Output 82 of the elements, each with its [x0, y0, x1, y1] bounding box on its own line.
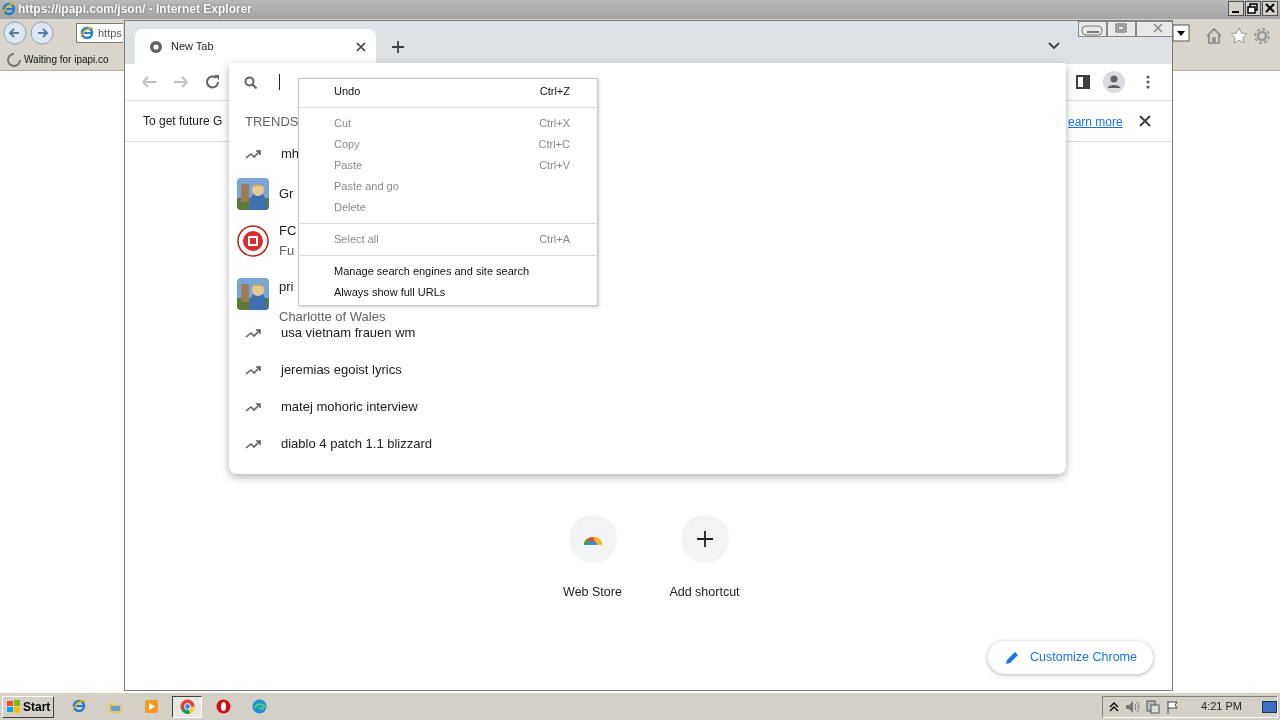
menu-label: Select all — [334, 232, 379, 248]
window-title: https://ipapi.com/json/ - Internet Explorer — [0, 0, 1280, 19]
forward-button[interactable] — [30, 21, 54, 45]
back-button[interactable] — [3, 21, 27, 45]
search-icon — [244, 75, 257, 89]
suggestion-text[interactable]: jeremias egoist lyrics — [281, 359, 402, 380]
star-icon[interactable] — [1230, 27, 1248, 45]
suggestion-text[interactable]: pri — [279, 277, 294, 297]
restore-button[interactable] — [1245, 1, 1261, 16]
shortcut-hint: Ctrl+A — [539, 232, 570, 248]
tab-title: New Tab — [171, 40, 214, 53]
suggestion-text[interactable]: Gr — [279, 184, 294, 204]
menu-label: Paste — [334, 158, 363, 174]
clock-text: 4:21 PM — [1201, 699, 1242, 715]
edge-icon — [251, 699, 267, 714]
side-panel-button[interactable] — [1076, 75, 1090, 89]
media-player-icon — [143, 699, 159, 714]
flag-icon[interactable] — [1166, 699, 1180, 714]
club-logo-icon — [237, 224, 269, 257]
new-tab-button[interactable] — [391, 40, 405, 54]
shortcut-tile[interactable] — [568, 515, 617, 563]
suggestion-detail: Fu — [279, 241, 295, 260]
reload-button[interactable] — [205, 74, 221, 90]
opera-icon — [215, 699, 231, 714]
trend-icon — [245, 148, 261, 159]
menu-label: Undo — [334, 84, 361, 100]
loading-icon — [5, 52, 21, 68]
close-button[interactable] — [1262, 1, 1278, 16]
show-desktop-icon[interactable] — [1262, 700, 1277, 713]
suggestion-text[interactable]: mh — [281, 143, 300, 164]
trend-icon — [245, 327, 261, 338]
shortcut-label: Web Store — [563, 585, 622, 599]
trend-icon — [245, 401, 261, 412]
taskbar-app[interactable] — [172, 695, 203, 718]
shortcut-hint: Ctrl+C — [538, 137, 570, 153]
close-icon[interactable] — [356, 41, 366, 52]
suggestion-text[interactable]: FC — [279, 221, 297, 241]
address-field[interactable]: https — [76, 23, 123, 43]
menu-item[interactable]: Manage search engines and site search — [299, 261, 597, 282]
windows-logo-icon — [6, 699, 21, 714]
browser-tab[interactable]: Waiting for ipapi.co — [2, 50, 123, 70]
suggestion-text[interactable]: diablo 4 patch 1.1 blizzard — [281, 433, 433, 454]
pencil-icon — [1004, 649, 1020, 666]
menu-label: Always show full URLs — [334, 285, 446, 301]
shortcut-label: Add shortcut — [669, 585, 740, 599]
menu-label: Delete — [334, 200, 366, 216]
menu-button[interactable] — [1146, 75, 1150, 89]
dropdown-button[interactable] — [1172, 24, 1190, 42]
close-icon[interactable] — [1139, 115, 1151, 127]
ie-icon — [71, 699, 87, 714]
menu-item[interactable]: Undo Ctrl+Z — [299, 81, 597, 102]
shortcut-hint: Ctrl+Z — [539, 84, 570, 100]
menu-item[interactable]: Always show full URLs — [299, 282, 597, 303]
chrome-icon — [179, 699, 195, 714]
ie-icon — [80, 26, 94, 40]
learn-more-link[interactable]: earn more — [1068, 113, 1123, 131]
ie-icon — [2, 2, 16, 16]
maximize-button[interactable] — [1107, 21, 1136, 38]
profile-button[interactable] — [1103, 71, 1125, 93]
speaker-icon[interactable] — [1125, 699, 1141, 714]
suggestion-text[interactable]: matej mohoric interview — [281, 396, 418, 417]
chrome-icon — [149, 39, 163, 54]
menu-label: Copy — [334, 137, 360, 153]
customize-button[interactable]: Customize Chrome — [988, 641, 1153, 674]
menu-label: Cut — [334, 116, 352, 132]
plus-icon — [696, 531, 713, 547]
chevron-icon[interactable] — [1109, 700, 1120, 713]
start-button[interactable]: Start — [2, 695, 55, 718]
tab-search-button[interactable] — [1048, 42, 1060, 50]
network-icon[interactable] — [1146, 699, 1161, 714]
trend-icon — [245, 438, 261, 449]
shortcut-hint: Ctrl+X — [539, 116, 570, 132]
trend-icon — [245, 364, 261, 375]
shortcut-hint: Ctrl+V — [539, 158, 570, 174]
menu-label: Paste and go — [334, 179, 399, 195]
browser-tab[interactable]: New Tab — [135, 29, 376, 64]
minimize-button[interactable] — [1228, 1, 1244, 16]
menu-label: Manage search engines and site search — [334, 264, 530, 280]
text-cursor — [279, 74, 280, 90]
infobar-text: To get future G — [143, 113, 223, 130]
add-shortcut-button[interactable] — [680, 515, 729, 563]
section-heading: TRENDS — [245, 114, 299, 129]
